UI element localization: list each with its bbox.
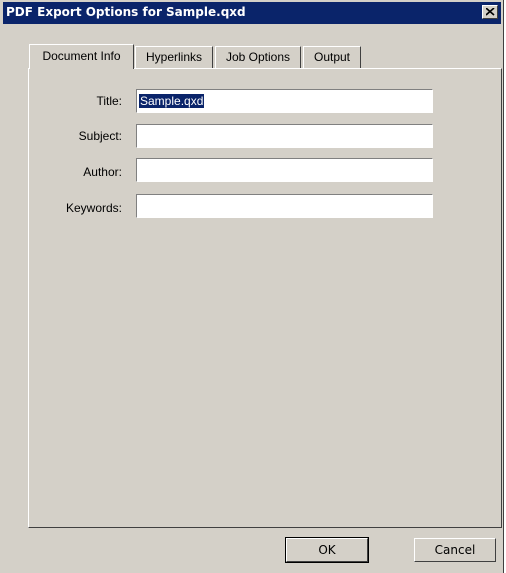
keywords-input[interactable]: [136, 194, 433, 218]
tab-label: Hyperlinks: [145, 50, 202, 64]
cancel-button[interactable]: Cancel: [414, 538, 496, 562]
tab-hyperlinks[interactable]: Hyperlinks: [135, 46, 213, 68]
tab-label: Document Info: [42, 49, 121, 63]
subject-input[interactable]: [136, 124, 433, 148]
title-label: Title:: [96, 94, 122, 108]
close-icon: [486, 8, 495, 16]
window-title: PDF Export Options for Sample.qxd: [6, 5, 246, 19]
title-value: Sample.qxd: [139, 94, 205, 108]
tab-output[interactable]: Output: [303, 46, 361, 68]
author-input[interactable]: [136, 158, 433, 182]
keywords-label: Keywords:: [65, 201, 122, 215]
title-bar: PDF Export Options for Sample.qxd: [3, 2, 501, 24]
close-button[interactable]: [482, 5, 498, 19]
title-input[interactable]: Sample.qxd: [136, 89, 433, 113]
pdf-export-dialog: PDF Export Options for Sample.qxd Docume…: [0, 0, 504, 573]
tab-job-options[interactable]: Job Options: [215, 46, 301, 68]
tab-label: Job Options: [225, 50, 291, 64]
ok-button[interactable]: OK: [285, 537, 369, 563]
tab-label: Output: [313, 50, 351, 64]
subject-label: Subject:: [78, 129, 122, 143]
tab-document-info[interactable]: Document Info: [29, 44, 134, 69]
author-label: Author:: [83, 165, 122, 179]
